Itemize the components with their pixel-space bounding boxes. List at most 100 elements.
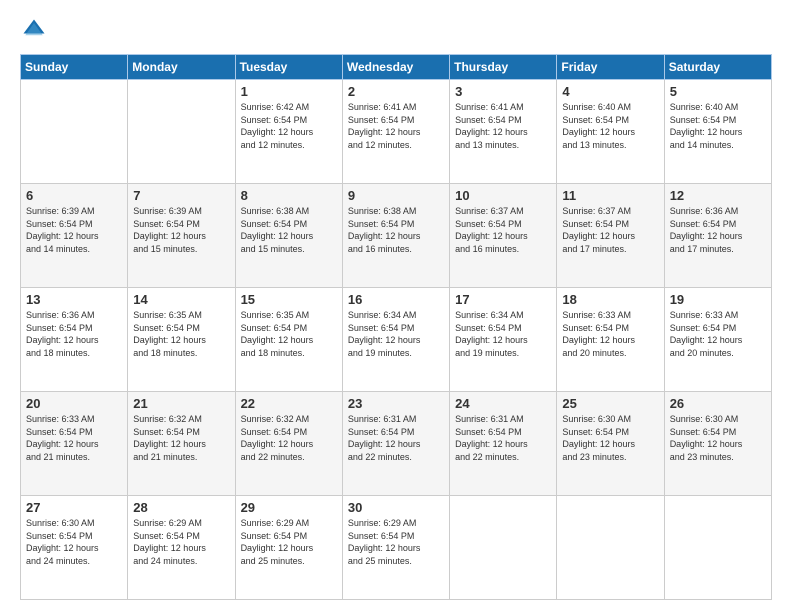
day-number: 14 bbox=[133, 292, 229, 307]
day-number: 4 bbox=[562, 84, 658, 99]
calendar-cell: 10Sunrise: 6:37 AM Sunset: 6:54 PM Dayli… bbox=[450, 184, 557, 288]
week-row-5: 27 Sunrise: 6:30 AM Sunset: 6:54 PM Dayli… bbox=[21, 496, 772, 600]
day-info: Sunrise: 6:37 AM Sunset: 6:54 PM Dayligh… bbox=[562, 205, 658, 255]
day-number: 3 bbox=[455, 84, 551, 99]
day-number: 12 bbox=[670, 188, 766, 203]
calendar-table: SundayMondayTuesdayWednesdayThursdayFrid… bbox=[20, 54, 772, 600]
calendar-cell: 18 Sunrise: 6:33 AM Sunset: 6:54 PM Dayli… bbox=[557, 288, 664, 392]
day-info: Sunrise: 6:40 AM Sunset: 6:54 PM Dayligh… bbox=[562, 101, 658, 151]
calendar-cell: 7 Sunrise: 6:39 AM Sunset: 6:54 PM Daylig… bbox=[128, 184, 235, 288]
day-info: Sunrise: 6:31 AM Sunset: 6:54 PM Dayligh… bbox=[348, 413, 444, 463]
week-row-4: 20Sunrise: 6:33 AM Sunset: 6:54 PM Dayli… bbox=[21, 392, 772, 496]
calendar-cell: 9 Sunrise: 6:38 AM Sunset: 6:54 PM Daylig… bbox=[342, 184, 449, 288]
day-number: 30 bbox=[348, 500, 444, 515]
day-info: Sunrise: 6:30 AM Sunset: 6:54 PM Dayligh… bbox=[26, 517, 122, 567]
calendar-cell: 28 Sunrise: 6:29 AM Sunset: 6:54 PM Dayli… bbox=[128, 496, 235, 600]
day-number: 19 bbox=[670, 292, 766, 307]
day-info: Sunrise: 6:40 AM Sunset: 6:54 PM Dayligh… bbox=[670, 101, 766, 151]
weekday-header-sunday: Sunday bbox=[21, 55, 128, 80]
day-info: Sunrise: 6:31 AM Sunset: 6:54 PM Dayligh… bbox=[455, 413, 551, 463]
week-row-2: 6 Sunrise: 6:39 AM Sunset: 6:54 PM Daylig… bbox=[21, 184, 772, 288]
day-number: 18 bbox=[562, 292, 658, 307]
weekday-header-tuesday: Tuesday bbox=[235, 55, 342, 80]
calendar-cell: 1 Sunrise: 6:42 AM Sunset: 6:54 PM Daylig… bbox=[235, 80, 342, 184]
day-info: Sunrise: 6:32 AM Sunset: 6:54 PM Dayligh… bbox=[241, 413, 337, 463]
day-info: Sunrise: 6:34 AM Sunset: 6:54 PM Dayligh… bbox=[348, 309, 444, 359]
day-number: 16 bbox=[348, 292, 444, 307]
calendar-cell: 3 Sunrise: 6:41 AM Sunset: 6:54 PM Daylig… bbox=[450, 80, 557, 184]
day-number: 28 bbox=[133, 500, 229, 515]
calendar-cell bbox=[557, 496, 664, 600]
day-info: Sunrise: 6:33 AM Sunset: 6:54 PM Dayligh… bbox=[26, 413, 122, 463]
calendar-cell: 29 Sunrise: 6:29 AM Sunset: 6:54 PM Dayli… bbox=[235, 496, 342, 600]
day-number: 22 bbox=[241, 396, 337, 411]
day-info: Sunrise: 6:38 AM Sunset: 6:54 PM Dayligh… bbox=[348, 205, 444, 255]
weekday-header-friday: Friday bbox=[557, 55, 664, 80]
week-row-3: 13 Sunrise: 6:36 AM Sunset: 6:54 PM Dayli… bbox=[21, 288, 772, 392]
week-row-1: 1 Sunrise: 6:42 AM Sunset: 6:54 PM Daylig… bbox=[21, 80, 772, 184]
day-info: Sunrise: 6:35 AM Sunset: 6:54 PM Dayligh… bbox=[241, 309, 337, 359]
calendar-cell: 22 Sunrise: 6:32 AM Sunset: 6:54 PM Dayli… bbox=[235, 392, 342, 496]
calendar-cell: 17 Sunrise: 6:34 AM Sunset: 6:54 PM Dayli… bbox=[450, 288, 557, 392]
day-number: 23 bbox=[348, 396, 444, 411]
day-info: Sunrise: 6:39 AM Sunset: 6:54 PM Dayligh… bbox=[26, 205, 122, 255]
calendar-cell: 19 Sunrise: 6:33 AM Sunset: 6:54 PM Dayli… bbox=[664, 288, 771, 392]
calendar-cell: 2 Sunrise: 6:41 AM Sunset: 6:54 PM Daylig… bbox=[342, 80, 449, 184]
calendar-cell: 4 Sunrise: 6:40 AM Sunset: 6:54 PM Daylig… bbox=[557, 80, 664, 184]
calendar-cell: 30 Sunrise: 6:29 AM Sunset: 6:54 PM Dayli… bbox=[342, 496, 449, 600]
weekday-header-monday: Monday bbox=[128, 55, 235, 80]
day-info: Sunrise: 6:41 AM Sunset: 6:54 PM Dayligh… bbox=[455, 101, 551, 151]
calendar-cell: 27 Sunrise: 6:30 AM Sunset: 6:54 PM Dayli… bbox=[21, 496, 128, 600]
day-info: Sunrise: 6:33 AM Sunset: 6:54 PM Dayligh… bbox=[670, 309, 766, 359]
calendar-cell: 6 Sunrise: 6:39 AM Sunset: 6:54 PM Daylig… bbox=[21, 184, 128, 288]
page: SundayMondayTuesdayWednesdayThursdayFrid… bbox=[0, 0, 792, 612]
day-number: 15 bbox=[241, 292, 337, 307]
calendar-cell: 26Sunrise: 6:30 AM Sunset: 6:54 PM Dayli… bbox=[664, 392, 771, 496]
calendar-cell: 24Sunrise: 6:31 AM Sunset: 6:54 PM Dayli… bbox=[450, 392, 557, 496]
calendar-cell: 12 Sunrise: 6:36 AM Sunset: 6:54 PM Dayli… bbox=[664, 184, 771, 288]
day-number: 27 bbox=[26, 500, 122, 515]
day-info: Sunrise: 6:35 AM Sunset: 6:54 PM Dayligh… bbox=[133, 309, 229, 359]
calendar-cell bbox=[450, 496, 557, 600]
day-number: 25 bbox=[562, 396, 658, 411]
day-info: Sunrise: 6:36 AM Sunset: 6:54 PM Dayligh… bbox=[26, 309, 122, 359]
calendar-cell: 21Sunrise: 6:32 AM Sunset: 6:54 PM Dayli… bbox=[128, 392, 235, 496]
logo bbox=[20, 16, 52, 44]
day-number: 26 bbox=[670, 396, 766, 411]
day-number: 1 bbox=[241, 84, 337, 99]
day-info: Sunrise: 6:39 AM Sunset: 6:54 PM Dayligh… bbox=[133, 205, 229, 255]
day-number: 6 bbox=[26, 188, 122, 203]
day-info: Sunrise: 6:41 AM Sunset: 6:54 PM Dayligh… bbox=[348, 101, 444, 151]
weekday-header-saturday: Saturday bbox=[664, 55, 771, 80]
calendar-cell: 23 Sunrise: 6:31 AM Sunset: 6:54 PM Dayli… bbox=[342, 392, 449, 496]
day-number: 7 bbox=[133, 188, 229, 203]
calendar-cell bbox=[128, 80, 235, 184]
calendar-cell: 5Sunrise: 6:40 AM Sunset: 6:54 PM Daylig… bbox=[664, 80, 771, 184]
day-number: 2 bbox=[348, 84, 444, 99]
day-number: 29 bbox=[241, 500, 337, 515]
day-info: Sunrise: 6:33 AM Sunset: 6:54 PM Dayligh… bbox=[562, 309, 658, 359]
day-number: 9 bbox=[348, 188, 444, 203]
logo-icon bbox=[20, 16, 48, 44]
day-info: Sunrise: 6:42 AM Sunset: 6:54 PM Dayligh… bbox=[241, 101, 337, 151]
header bbox=[20, 16, 772, 44]
calendar-cell: 14 Sunrise: 6:35 AM Sunset: 6:54 PM Dayli… bbox=[128, 288, 235, 392]
calendar-cell: 8 Sunrise: 6:38 AM Sunset: 6:54 PM Daylig… bbox=[235, 184, 342, 288]
day-number: 11 bbox=[562, 188, 658, 203]
day-info: Sunrise: 6:38 AM Sunset: 6:54 PM Dayligh… bbox=[241, 205, 337, 255]
day-info: Sunrise: 6:29 AM Sunset: 6:54 PM Dayligh… bbox=[133, 517, 229, 567]
calendar-cell: 20Sunrise: 6:33 AM Sunset: 6:54 PM Dayli… bbox=[21, 392, 128, 496]
weekday-header-row: SundayMondayTuesdayWednesdayThursdayFrid… bbox=[21, 55, 772, 80]
weekday-header-wednesday: Wednesday bbox=[342, 55, 449, 80]
day-number: 17 bbox=[455, 292, 551, 307]
day-info: Sunrise: 6:34 AM Sunset: 6:54 PM Dayligh… bbox=[455, 309, 551, 359]
calendar-cell: 13 Sunrise: 6:36 AM Sunset: 6:54 PM Dayli… bbox=[21, 288, 128, 392]
day-info: Sunrise: 6:36 AM Sunset: 6:54 PM Dayligh… bbox=[670, 205, 766, 255]
day-info: Sunrise: 6:29 AM Sunset: 6:54 PM Dayligh… bbox=[241, 517, 337, 567]
weekday-header-thursday: Thursday bbox=[450, 55, 557, 80]
day-info: Sunrise: 6:29 AM Sunset: 6:54 PM Dayligh… bbox=[348, 517, 444, 567]
calendar-cell: 16 Sunrise: 6:34 AM Sunset: 6:54 PM Dayli… bbox=[342, 288, 449, 392]
day-number: 8 bbox=[241, 188, 337, 203]
calendar-cell: 15 Sunrise: 6:35 AM Sunset: 6:54 PM Dayli… bbox=[235, 288, 342, 392]
day-number: 13 bbox=[26, 292, 122, 307]
